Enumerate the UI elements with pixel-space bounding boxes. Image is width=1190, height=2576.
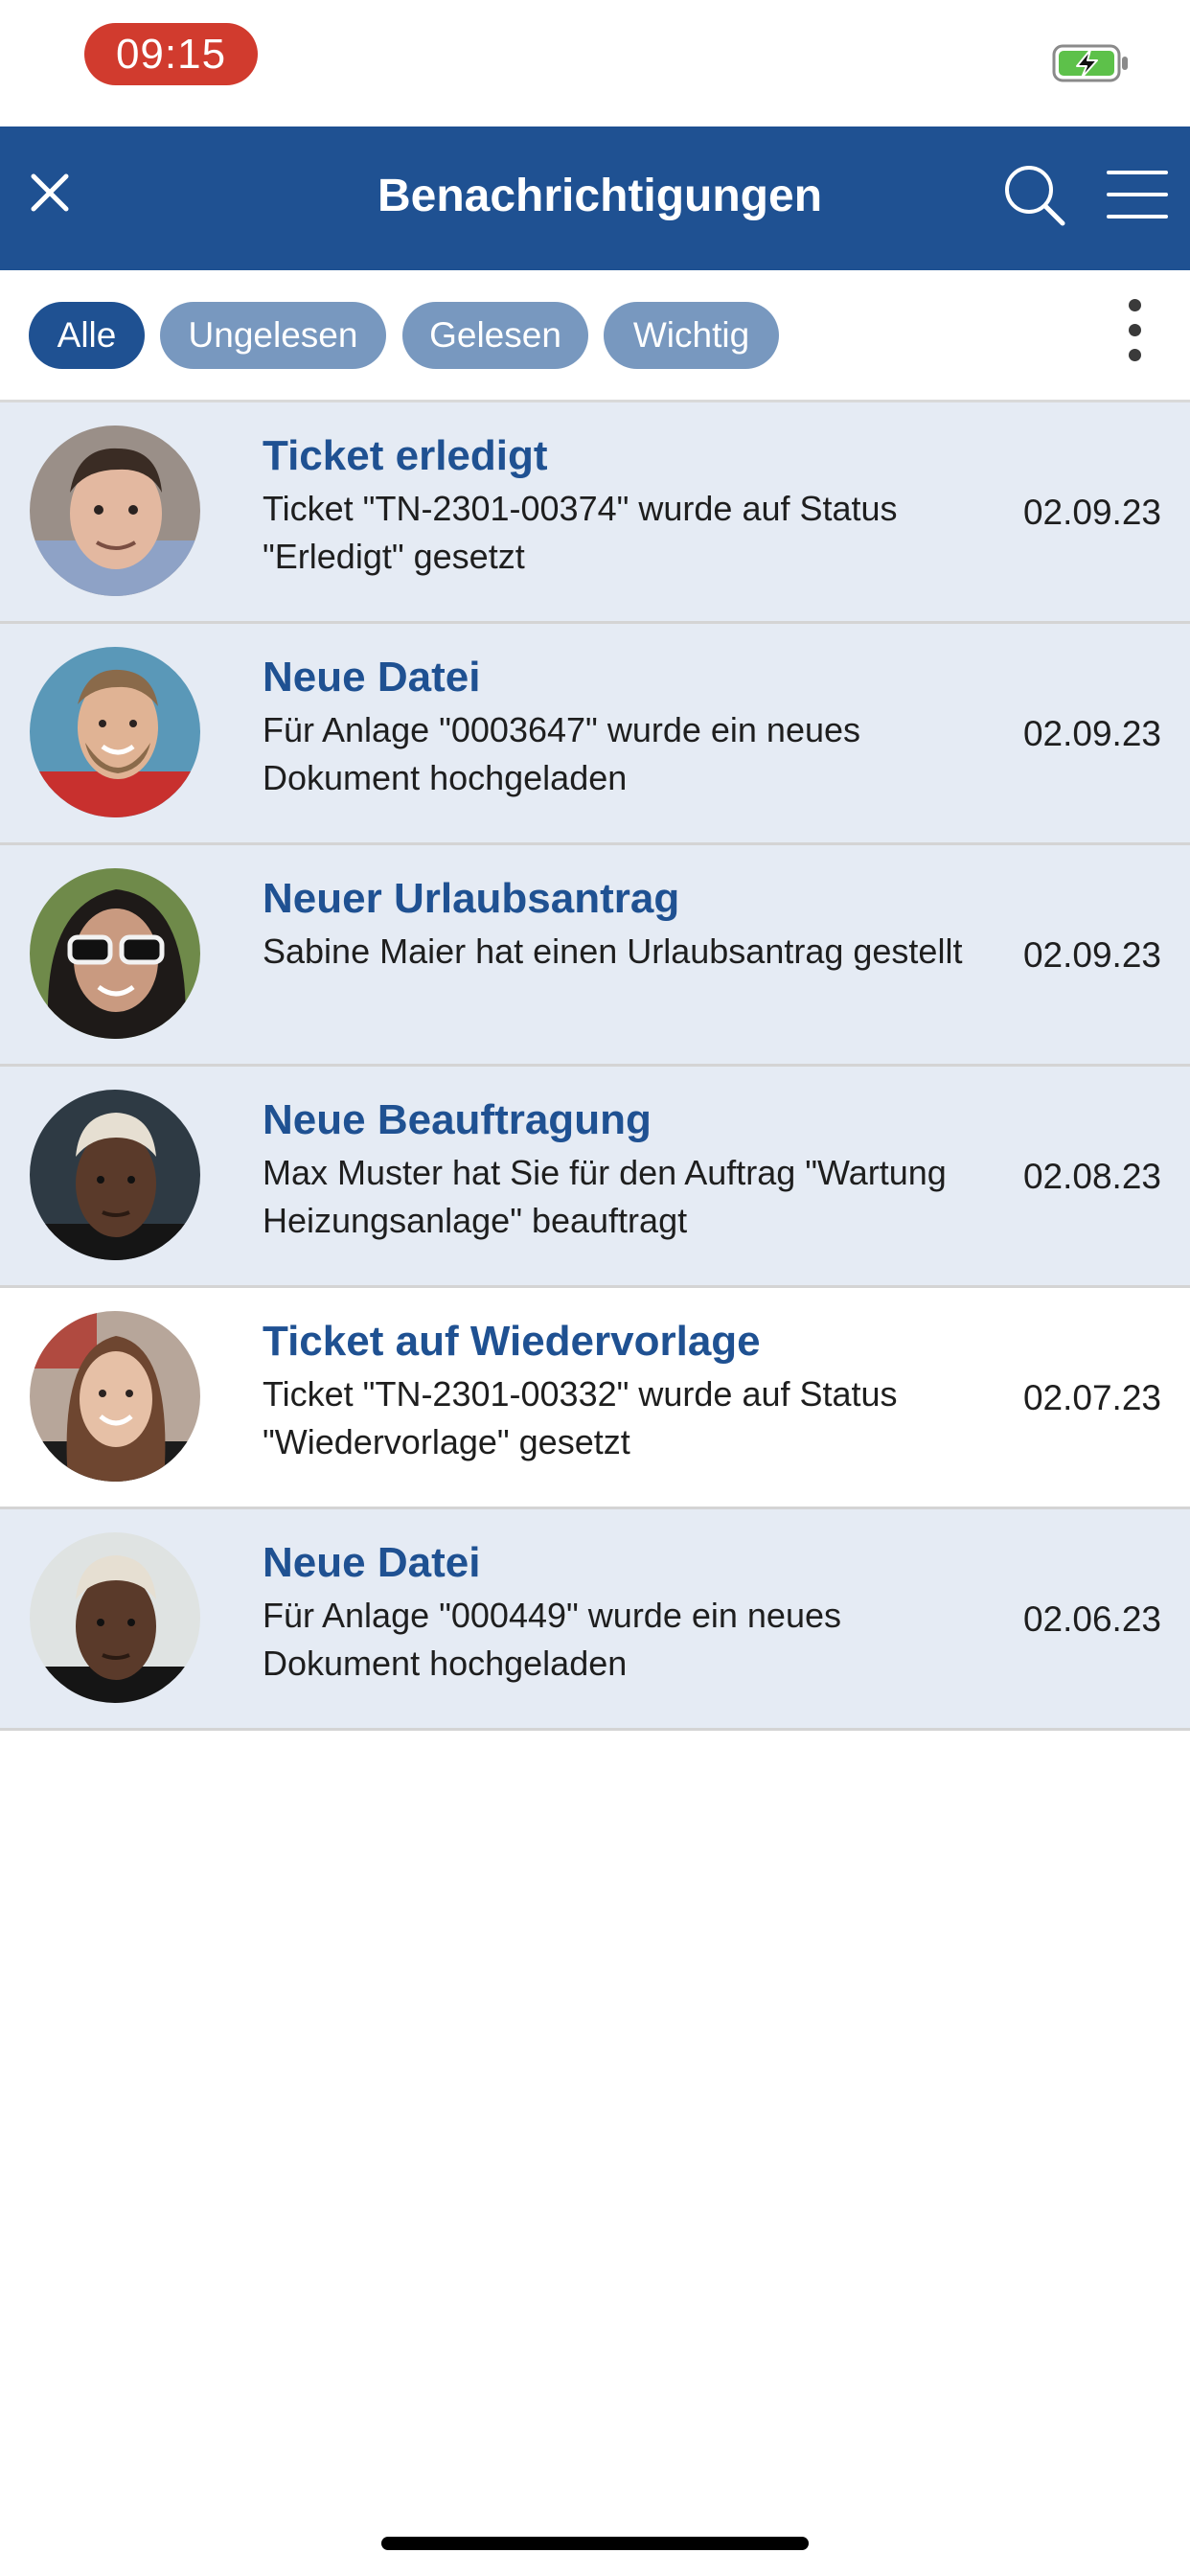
avatar bbox=[30, 647, 200, 817]
home-indicator[interactable] bbox=[381, 2537, 809, 2550]
notification-title: Neuer Urlaubsantrag bbox=[263, 875, 680, 922]
more-vertical-icon[interactable] bbox=[1117, 299, 1152, 372]
notification-date: 02.08.23 bbox=[1022, 1157, 1161, 1196]
notification-item[interactable]: Neue Datei Für Anlage "0003647" wurde ei… bbox=[0, 624, 1190, 845]
menu-button[interactable] bbox=[1106, 165, 1169, 224]
notification-title: Ticket erledigt bbox=[263, 432, 548, 479]
notification-item[interactable]: Neue Beauftragung Max Muster hat Sie für… bbox=[0, 1067, 1190, 1288]
status-time: 09:15 bbox=[84, 23, 258, 85]
close-button[interactable] bbox=[21, 164, 79, 221]
filter-chip-ungelesen[interactable]: Ungelesen bbox=[160, 302, 386, 369]
avatar bbox=[30, 426, 200, 596]
notification-date: 02.06.23 bbox=[1022, 1599, 1161, 1639]
notification-title: Neue Datei bbox=[263, 1539, 481, 1586]
notification-list: Ticket erledigt Ticket "TN-2301-00374" w… bbox=[0, 402, 1190, 1731]
notification-date: 02.09.23 bbox=[1022, 935, 1161, 975]
notification-text: Für Anlage "0003647" wurde ein neues Dok… bbox=[263, 710, 861, 797]
notification-date: 02.09.23 bbox=[1022, 714, 1161, 753]
battery-charging-icon bbox=[1052, 42, 1131, 84]
avatar bbox=[30, 1090, 200, 1260]
notification-date: 02.07.23 bbox=[1022, 1378, 1161, 1417]
notification-text: Ticket "TN-2301-00332" wurde auf Status … bbox=[263, 1374, 898, 1461]
search-icon bbox=[1005, 166, 1065, 226]
notification-text: Ticket "TN-2301-00374" wurde auf Status … bbox=[263, 489, 898, 576]
close-icon bbox=[31, 173, 69, 212]
filter-chip-alle[interactable]: Alle bbox=[29, 302, 145, 369]
notification-title: Neue Beauftragung bbox=[263, 1096, 652, 1143]
filter-chip-gelesen[interactable]: Gelesen bbox=[402, 302, 588, 369]
notification-item[interactable]: Ticket auf Wiedervorlage Ticket "TN-2301… bbox=[0, 1288, 1190, 1509]
avatar bbox=[30, 1311, 200, 1482]
notification-date: 02.09.23 bbox=[1022, 493, 1161, 532]
notification-text: Sabine Maier hat einen Urlaubsantrag ges… bbox=[263, 932, 963, 971]
avatar bbox=[30, 1532, 200, 1703]
notification-text: Für Anlage "000449" wurde ein neues Doku… bbox=[263, 1596, 841, 1683]
filter-bar: Alle Ungelesen Gelesen Wichtig bbox=[0, 270, 1190, 402]
filter-chip-wichtig[interactable]: Wichtig bbox=[604, 302, 779, 369]
status-bar: 09:15 bbox=[0, 0, 1190, 126]
avatar bbox=[30, 868, 200, 1039]
hamburger-menu-icon bbox=[1107, 171, 1168, 218]
notification-item[interactable]: Ticket erledigt Ticket "TN-2301-00374" w… bbox=[0, 402, 1190, 624]
notification-title: Ticket auf Wiedervorlage bbox=[263, 1318, 761, 1365]
notification-item[interactable]: Neuer Urlaubsantrag Sabine Maier hat ein… bbox=[0, 845, 1190, 1067]
page-title: Benachrichtigungen bbox=[377, 171, 823, 221]
search-button[interactable] bbox=[1000, 161, 1067, 228]
notification-title: Neue Datei bbox=[263, 654, 481, 701]
notification-item[interactable]: Neue Datei Für Anlage "000449" wurde ein… bbox=[0, 1509, 1190, 1731]
notification-text: Max Muster hat Sie für den Auftrag "Wart… bbox=[263, 1153, 947, 1240]
